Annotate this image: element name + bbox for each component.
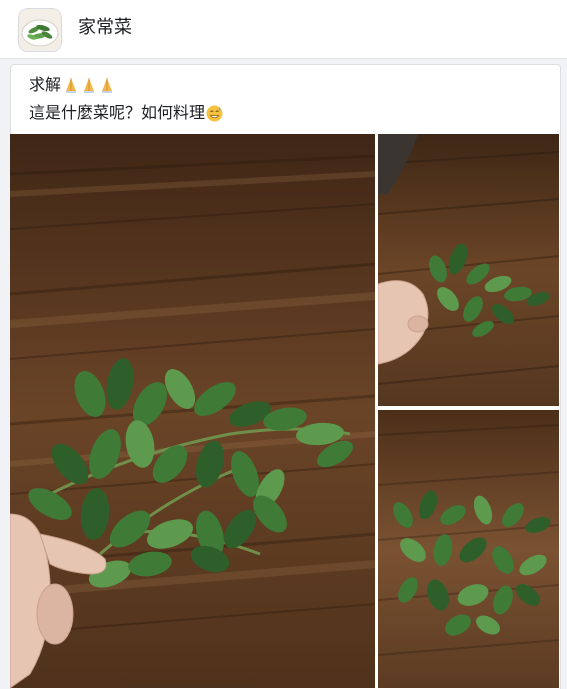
post-text: 求解 這是什麼菜呢？如何料理 xyxy=(29,71,550,127)
post-line-1: 求解 xyxy=(29,71,550,99)
photo-vegetable-in-hand xyxy=(378,134,559,406)
folded-hands-emoji xyxy=(84,78,95,93)
photo-vegetable-on-table-closeup xyxy=(378,410,559,688)
post-line-2: 這是什麼菜呢？如何料理 xyxy=(29,99,550,127)
post-line-1-text: 求解 xyxy=(29,75,62,94)
post-line-2-text: 這是什麼菜呢？如何料理 xyxy=(29,103,206,122)
vegetable-dish-icon[interactable] xyxy=(18,8,62,52)
folded-hands-emoji xyxy=(102,78,113,93)
group-name[interactable]: 家常菜 xyxy=(78,16,132,40)
post-photo-bottom-right[interactable] xyxy=(378,410,559,688)
post-photo-main[interactable] xyxy=(10,134,375,688)
folded-hands-emoji xyxy=(66,78,77,93)
folded-hands-emojis xyxy=(63,77,117,93)
grinning-sweat-emoji xyxy=(206,105,223,121)
post-photo-top-right[interactable] xyxy=(378,134,559,406)
group-header: 家常菜 xyxy=(0,0,567,59)
photo-vegetable-on-table xyxy=(10,134,375,688)
